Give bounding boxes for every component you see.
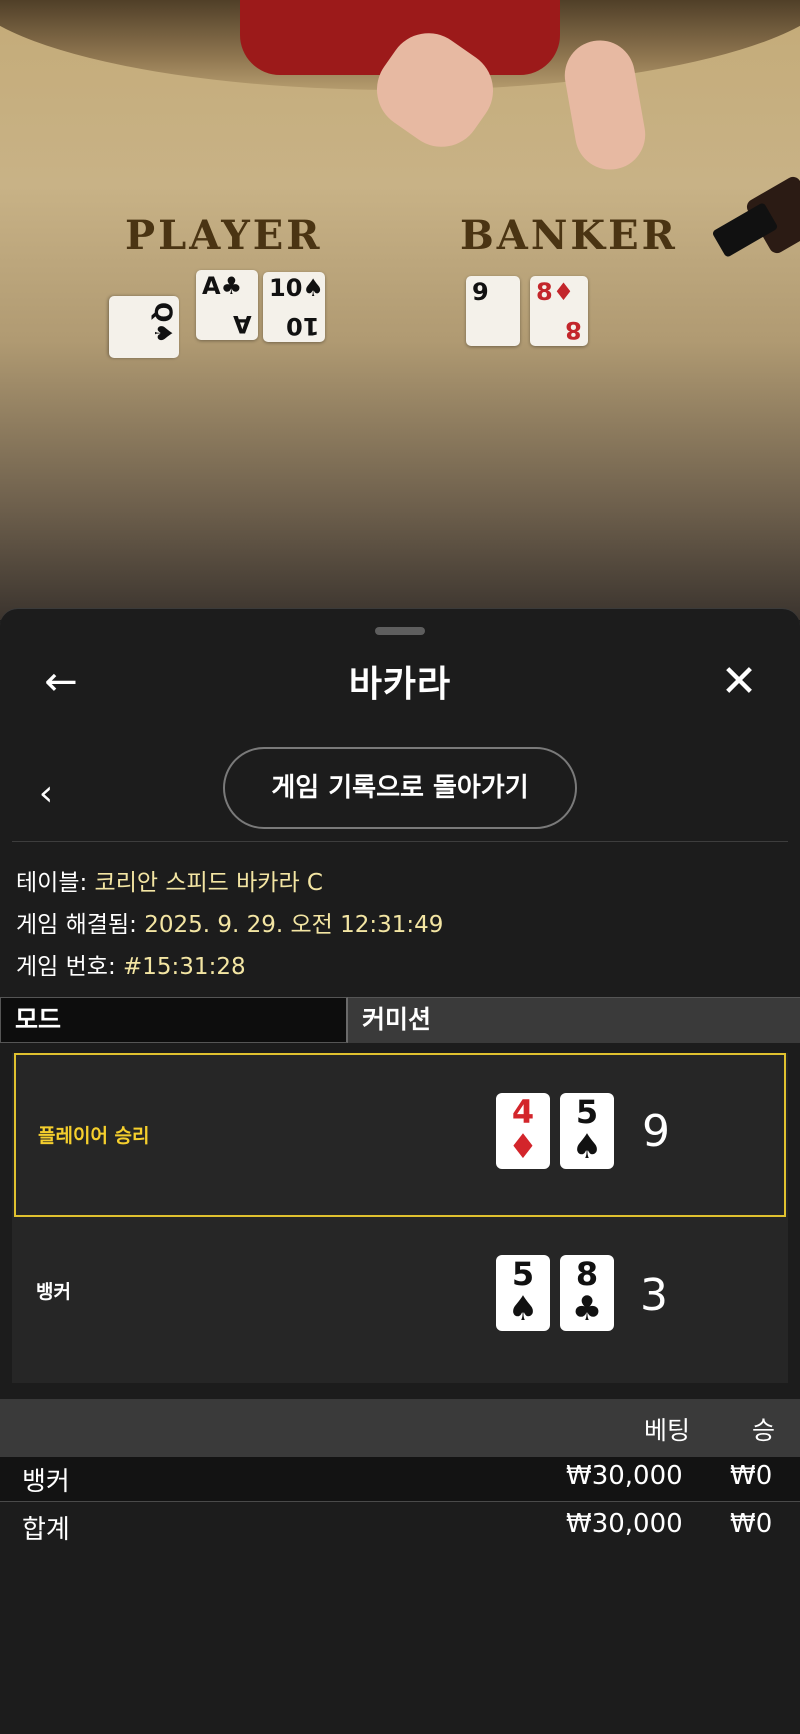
bet-row-amount: ₩30,000: [566, 1509, 683, 1539]
divider: [12, 841, 788, 842]
table-card-player-1: Q♠: [109, 296, 179, 358]
result-banker-label: 뱅커: [36, 1281, 71, 1303]
result-player-label: 플레이어 승리: [38, 1125, 150, 1147]
table-row: 합계 ₩30,000 ₩0: [0, 1505, 800, 1549]
sheet-drag-handle[interactable]: [375, 627, 425, 635]
info-resolved-key: 게임 해결됨:: [16, 912, 137, 938]
tab-mode[interactable]: 모드: [0, 997, 348, 1043]
bet-row-amount: ₩30,000: [566, 1461, 683, 1491]
table-player-label: PLAYER: [125, 212, 323, 259]
chevron-left-icon[interactable]: ‹: [26, 769, 66, 819]
info-number-value: #15:31:28: [123, 954, 246, 980]
info-table: 테이블: 코리안 스피드 바카라 C: [16, 863, 323, 897]
result-card: 5 ♠: [560, 1093, 614, 1169]
info-table-value: 코리안 스피드 바카라 C: [94, 870, 323, 896]
game-detail-sheet: ← 바카라 ✕ ‹ 게임 기록으로 돌아가기 테이블: 코리안 스피드 바카라 …: [0, 608, 800, 1734]
result-player-score: 9: [642, 1106, 670, 1157]
result-row-player: 플레이어 승리 4 ♦ 5 ♠ 9: [14, 1053, 786, 1217]
card-shoe-mouth: [711, 202, 779, 258]
bet-row-name: 합계: [22, 1515, 70, 1545]
info-table-key: 테이블:: [16, 870, 88, 896]
bet-table-header: 베팅 승: [0, 1399, 800, 1457]
divider: [0, 1501, 800, 1502]
win-column-header: 승: [752, 1416, 776, 1445]
close-icon[interactable]: ✕: [714, 657, 764, 707]
bet-row-name: 뱅커: [22, 1467, 70, 1497]
results-panel: 플레이어 승리 4 ♦ 5 ♠ 9 뱅커 5 ♠ 8 ♣ 3: [12, 1053, 788, 1383]
bet-row-win: ₩0: [730, 1461, 773, 1491]
table-card-player-3: 10♠ 10: [263, 272, 325, 342]
result-card: 4 ♦: [496, 1093, 550, 1169]
tab-commission[interactable]: 커미션: [348, 997, 800, 1043]
result-card: 8 ♣: [560, 1255, 614, 1331]
bet-row-win: ₩0: [730, 1509, 773, 1539]
table-card-banker-2: 8♦ 8: [530, 276, 588, 346]
back-to-history-button[interactable]: 게임 기록으로 돌아가기: [223, 747, 577, 829]
info-game-number: 게임 번호: #15:31:28: [16, 947, 246, 981]
result-card: 5 ♠: [496, 1255, 550, 1331]
table-card-banker-1: 9: [466, 276, 520, 346]
info-resolved: 게임 해결됨: 2025. 9. 29. 오전 12:31:49: [16, 905, 443, 939]
info-resolved-value: 2025. 9. 29. 오전 12:31:49: [144, 912, 444, 938]
table-row: 뱅커 ₩30,000 ₩0: [0, 1457, 800, 1501]
result-row-banker: 뱅커 5 ♠ 8 ♣ 3: [14, 1217, 786, 1381]
table-card-player-2: A♣ A: [196, 270, 258, 340]
bet-column-header: 베팅: [644, 1416, 691, 1445]
result-banker-score: 3: [640, 1270, 668, 1321]
info-number-key: 게임 번호:: [16, 954, 116, 980]
sheet-title: 바카라: [348, 664, 452, 705]
table-banker-label: BANKER: [460, 212, 678, 259]
tab-bar: 모드 커미션: [0, 997, 800, 1043]
live-video-feed: PLAYER BANKER Q♠ A♣ A 10♠ 10 9 8♦ 8: [0, 0, 800, 620]
